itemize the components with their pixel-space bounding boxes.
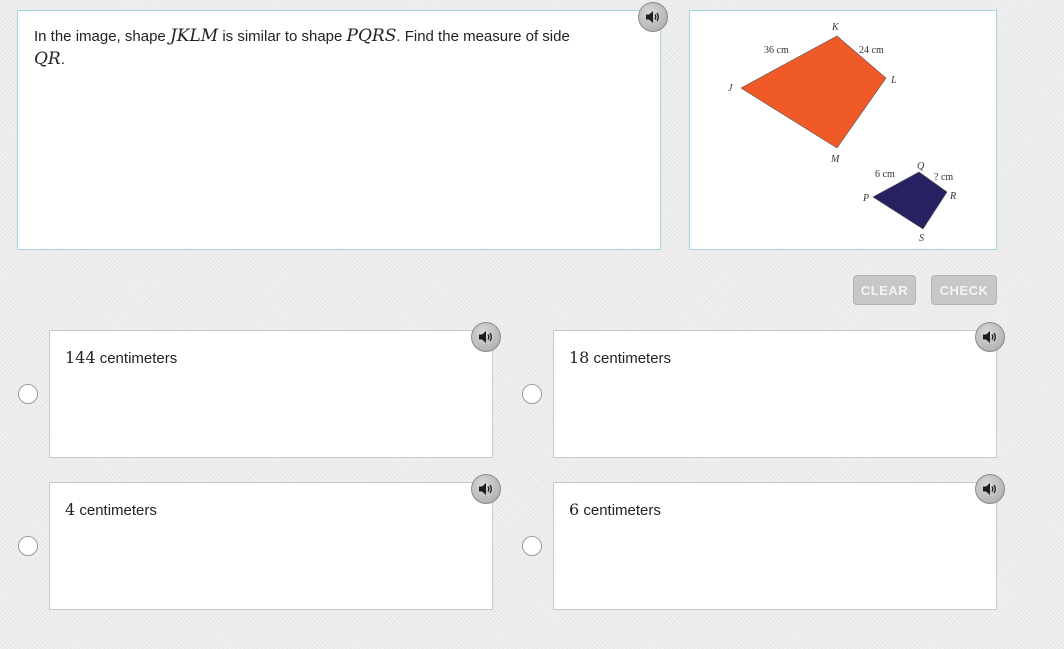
question-suffix: . Find the measure of side (396, 28, 570, 45)
choice-d-number: 6 (569, 500, 580, 519)
choice-d-radio[interactable] (522, 536, 542, 556)
label-jk: 36 cm (764, 45, 789, 56)
choice-b-radio[interactable] (522, 384, 542, 404)
choice-d[interactable]: 6 centimeters (553, 482, 997, 610)
question-end: . (60, 51, 65, 68)
choice-b-number: 18 (569, 348, 590, 367)
speaker-icon (479, 331, 492, 343)
vertex-l: L (890, 75, 897, 86)
question-middle: is similar to shape (218, 28, 347, 45)
choice-a-audio-button[interactable] (471, 322, 501, 352)
choice-d-unit: centimeters (579, 502, 661, 519)
shape-pqrs: PQRS (346, 26, 397, 46)
choice-c-text: 4 centimeters (65, 500, 157, 519)
vertex-m: M (830, 154, 840, 165)
choice-a[interactable]: 144 centimeters (49, 330, 493, 458)
question-panel: In the image, shape JKLM is similar to s… (17, 10, 661, 250)
choice-b[interactable]: 18 centimeters (553, 330, 997, 458)
choice-c-radio[interactable] (18, 536, 38, 556)
choice-c-unit: centimeters (75, 502, 157, 519)
vertex-s: S (919, 233, 924, 244)
speaker-icon (479, 483, 492, 495)
choice-a-text: 144 centimeters (65, 348, 177, 367)
choice-c[interactable]: 4 centimeters (49, 482, 493, 610)
choice-c-audio-button[interactable] (471, 474, 501, 504)
check-button[interactable]: CHECK (931, 275, 997, 305)
choice-b-audio-button[interactable] (975, 322, 1005, 352)
speaker-icon (983, 331, 996, 343)
speaker-icon (646, 11, 659, 23)
speaker-icon (983, 483, 996, 495)
clear-button[interactable]: CLEAR (853, 275, 916, 305)
question-audio-button[interactable] (638, 2, 668, 32)
vertex-p: P (862, 193, 869, 204)
label-kl: 24 cm (859, 45, 884, 56)
question-text: In the image, shape JKLM is similar to s… (34, 25, 634, 71)
choice-a-radio[interactable] (18, 384, 38, 404)
choice-a-number: 144 (65, 348, 96, 367)
vertex-r: R (949, 191, 956, 202)
vertex-j: J (728, 83, 733, 94)
choice-b-text: 18 centimeters (569, 348, 671, 367)
label-pq: 6 cm (875, 169, 895, 180)
vertex-q: Q (917, 161, 925, 172)
vertex-k: K (831, 22, 840, 33)
choice-c-number: 4 (65, 500, 76, 519)
side-qr: QR (34, 49, 61, 69)
choice-d-audio-button[interactable] (975, 474, 1005, 504)
choice-b-unit: centimeters (589, 350, 672, 367)
figure-panel: J K L M 36 cm 24 cm P Q R S 6 cm ? cm (689, 10, 997, 250)
question-prefix: In the image, shape (34, 28, 170, 45)
shape-jklm: JKLM (169, 26, 219, 46)
label-qr: ? cm (934, 172, 953, 183)
similar-shapes-figure: J K L M 36 cm 24 cm P Q R S 6 cm ? cm (728, 22, 956, 244)
choice-a-unit: centimeters (95, 350, 178, 367)
choice-d-text: 6 centimeters (569, 500, 661, 519)
